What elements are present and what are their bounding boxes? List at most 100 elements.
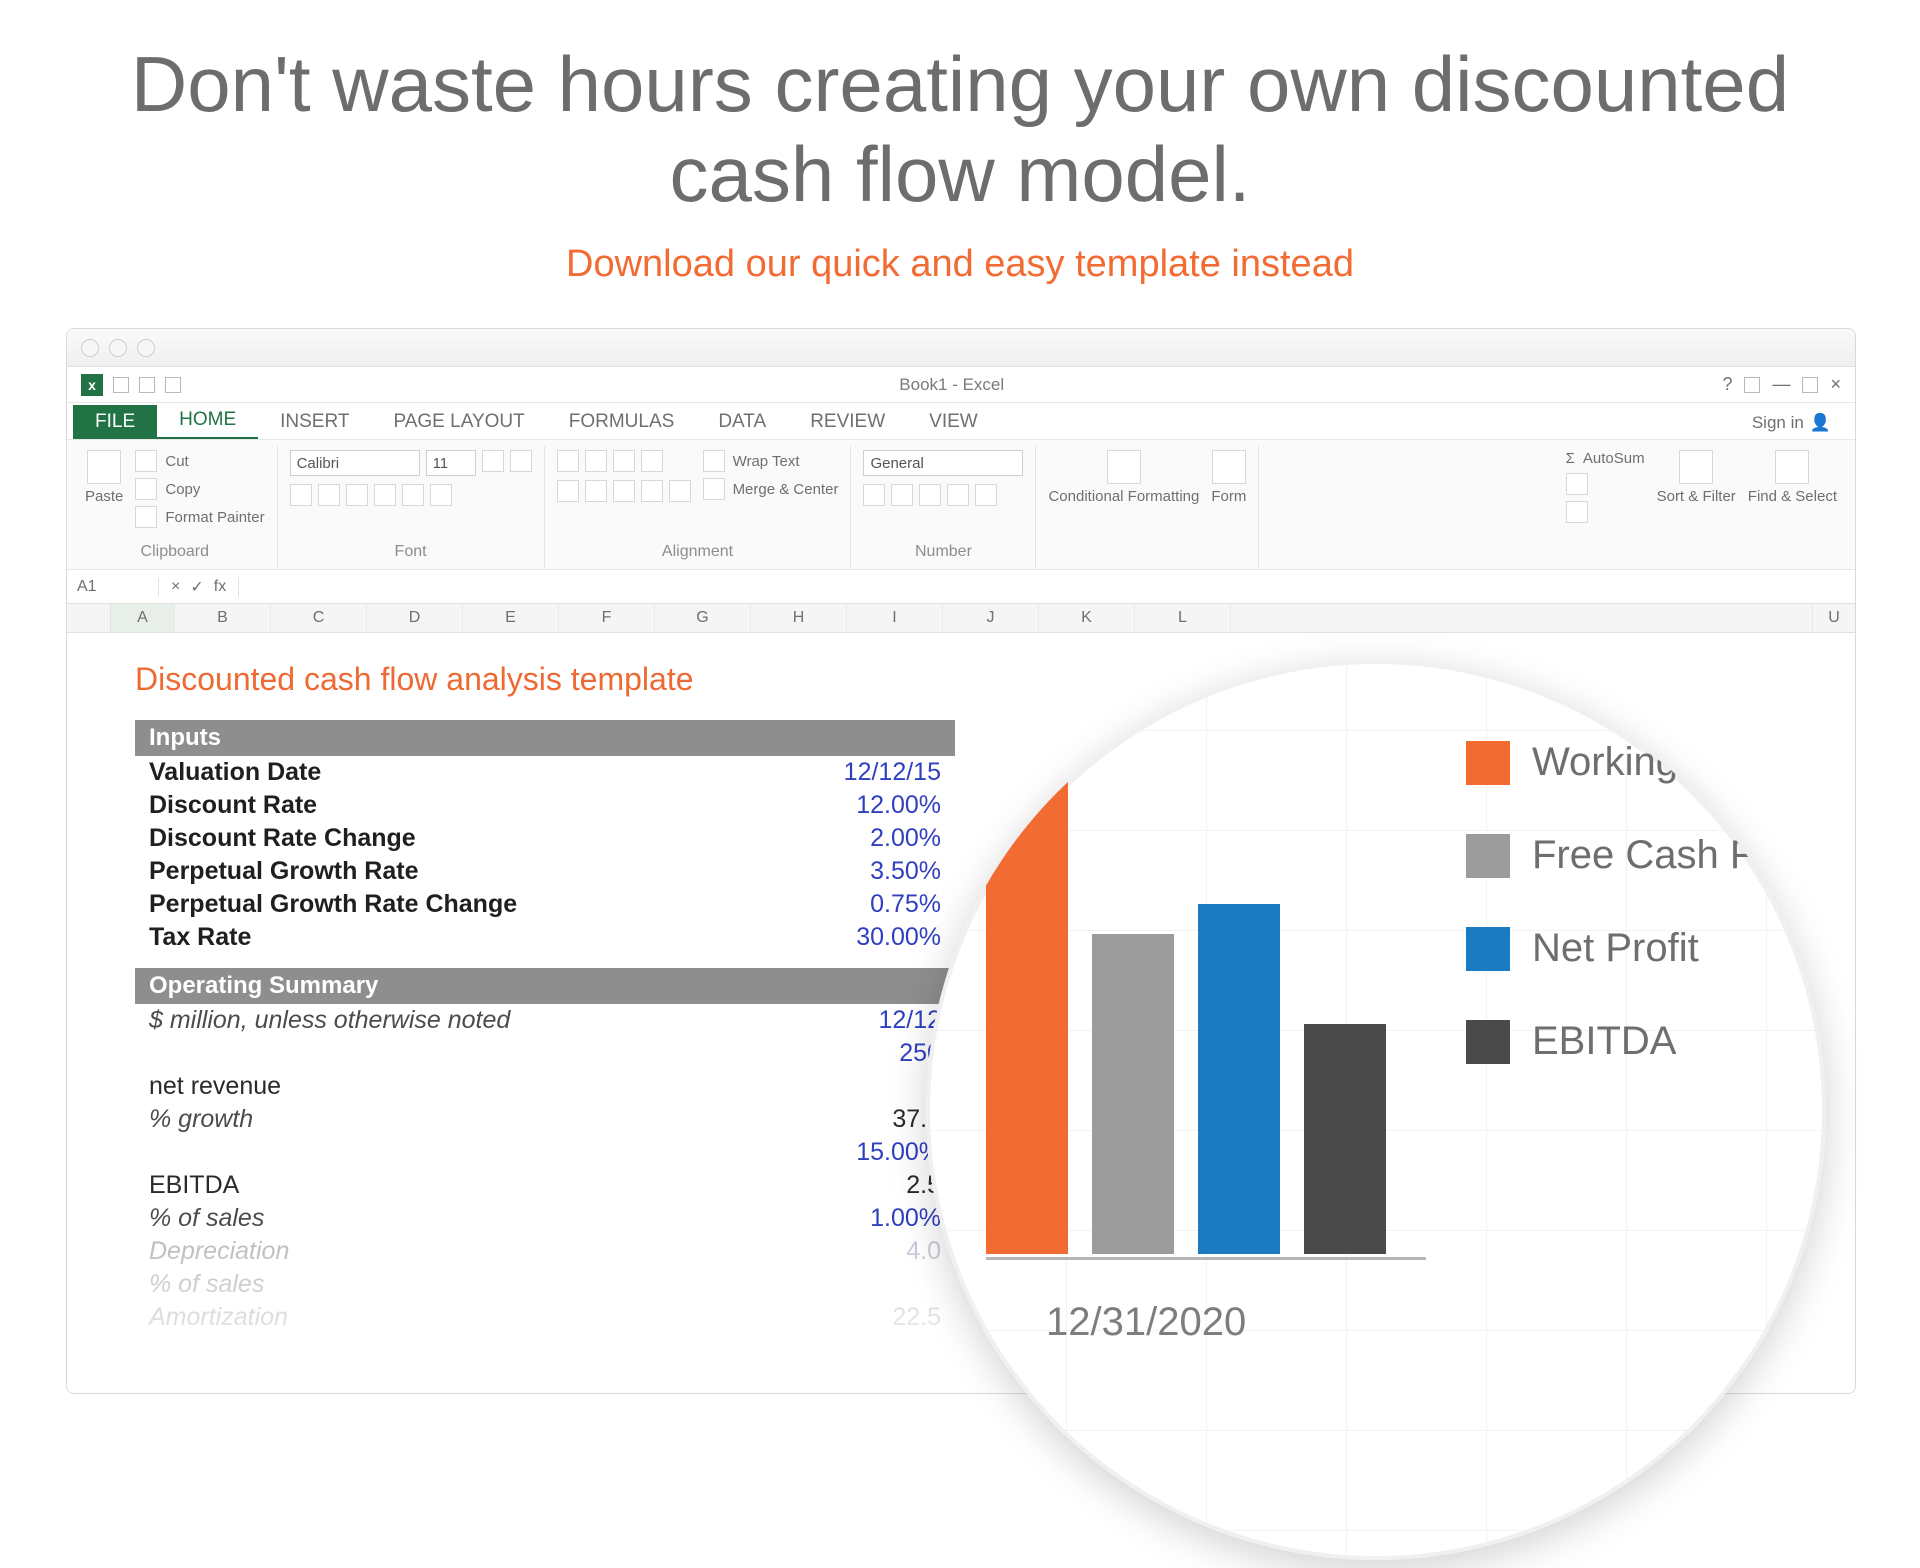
fx-icon[interactable]: fx <box>214 578 226 596</box>
cancel-formula-icon[interactable]: × <box>171 578 180 596</box>
align-left-icon[interactable] <box>557 480 579 502</box>
align-top-icon[interactable] <box>557 450 579 472</box>
currency-icon[interactable] <box>863 484 885 506</box>
font-color-icon[interactable] <box>430 484 452 506</box>
row-net-revenue: net revenue <box>135 1070 955 1103</box>
col-K[interactable]: K <box>1039 604 1135 632</box>
sort-filter-button[interactable]: Sort & Filter <box>1657 450 1736 505</box>
hero-subhead[interactable]: Download our quick and easy template ins… <box>120 243 1800 286</box>
row-ebitda: EBITDA2.5 <box>135 1169 955 1202</box>
align-right-icon[interactable] <box>613 480 635 502</box>
bar-net-profit <box>1198 904 1280 1254</box>
redo-icon[interactable] <box>165 377 181 393</box>
col-A[interactable]: A <box>111 604 175 632</box>
paste-button[interactable]: Paste <box>85 450 123 505</box>
col-U[interactable]: U <box>1813 604 1855 632</box>
col-C[interactable]: C <box>271 604 367 632</box>
tab-insert[interactable]: INSERT <box>258 405 371 439</box>
col-G[interactable]: G <box>655 604 751 632</box>
row-discount-rate: Discount Rate12.00% <box>135 789 955 822</box>
col-I[interactable]: I <box>847 604 943 632</box>
tab-view[interactable]: VIEW <box>907 405 1000 439</box>
name-box[interactable]: A1 <box>67 578 159 596</box>
col-J[interactable]: J <box>943 604 1039 632</box>
col-D[interactable]: D <box>367 604 463 632</box>
find-select-button[interactable]: Find & Select <box>1748 450 1837 505</box>
tab-data[interactable]: DATA <box>696 405 788 439</box>
font-size-select[interactable] <box>426 450 476 476</box>
row-pct-sales-1: % of sales1.00% <box>135 1202 955 1235</box>
format-painter-button[interactable]: Format Painter <box>135 506 264 528</box>
hero-headline: Don't waste hours creating your own disc… <box>120 40 1800 219</box>
ribbon-group-alignment: Wrap Text Merge & Center Alignment <box>545 446 852 569</box>
tab-formulas[interactable]: FORMULAS <box>547 405 697 439</box>
col-F[interactable]: F <box>559 604 655 632</box>
italic-icon[interactable] <box>318 484 340 506</box>
format-painter-icon <box>135 506 157 528</box>
ribbon-group-editing: ΣAutoSum Sort & Filter Find & Select <box>1554 446 1849 569</box>
border-icon[interactable] <box>374 484 396 506</box>
number-format-select[interactable] <box>863 450 1023 476</box>
col-H[interactable]: H <box>751 604 847 632</box>
window-minimize-icon[interactable]: — <box>1772 374 1790 395</box>
traffic-light-close[interactable] <box>81 339 99 357</box>
underline-icon[interactable] <box>346 484 368 506</box>
enter-formula-icon[interactable]: ✓ <box>190 577 203 597</box>
cut-button[interactable]: Cut <box>135 450 264 472</box>
window-title: Book1 - Excel <box>181 375 1722 395</box>
undo-icon[interactable] <box>139 377 155 393</box>
traffic-light-max[interactable] <box>137 339 155 357</box>
merge-center-button[interactable]: Merge & Center <box>703 478 839 500</box>
align-bottom-icon[interactable] <box>613 450 635 472</box>
percent-icon[interactable] <box>891 484 913 506</box>
font-name-select[interactable] <box>290 450 420 476</box>
align-middle-icon[interactable] <box>585 450 607 472</box>
row-growth: % growth37.5 <box>135 1103 955 1136</box>
group-label-alignment: Alignment <box>557 539 839 567</box>
indent-increase-icon[interactable] <box>669 480 691 502</box>
group-label-clipboard: Clipboard <box>85 539 265 567</box>
sign-in-link[interactable]: Sign in 👤 <box>1734 407 1849 439</box>
save-icon[interactable] <box>113 377 129 393</box>
clear-icon <box>1566 501 1588 523</box>
tab-file[interactable]: FILE <box>73 405 157 439</box>
col-E[interactable]: E <box>463 604 559 632</box>
window-restore-icon[interactable] <box>1802 377 1818 393</box>
fill-button[interactable] <box>1566 473 1645 495</box>
orientation-icon[interactable] <box>641 450 663 472</box>
comma-icon[interactable] <box>919 484 941 506</box>
bold-icon[interactable] <box>290 484 312 506</box>
indent-decrease-icon[interactable] <box>641 480 663 502</box>
increase-decimal-icon[interactable] <box>947 484 969 506</box>
row-discount-rate-change: Discount Rate Change2.00% <box>135 822 955 855</box>
wrap-text-button[interactable]: Wrap Text <box>703 450 839 472</box>
window-close-icon[interactable]: × <box>1830 374 1841 395</box>
swatch-grey-icon <box>1466 834 1510 878</box>
increase-font-icon[interactable] <box>482 450 504 472</box>
decrease-decimal-icon[interactable] <box>975 484 997 506</box>
tab-home[interactable]: HOME <box>157 403 258 439</box>
col-L[interactable]: L <box>1135 604 1231 632</box>
ribbon-group-clipboard: Paste Cut Copy Format Painter Clipboard <box>73 446 278 569</box>
help-icon[interactable]: ? <box>1722 374 1732 395</box>
sort-filter-icon <box>1679 450 1713 484</box>
swatch-orange-icon <box>1466 741 1510 785</box>
autosum-button[interactable]: ΣAutoSum <box>1566 450 1645 467</box>
traffic-light-min[interactable] <box>109 339 127 357</box>
row-ops-val: 250 <box>135 1037 955 1070</box>
decrease-font-icon[interactable] <box>510 450 532 472</box>
select-all-corner[interactable] <box>67 604 111 632</box>
tab-review[interactable]: REVIEW <box>788 405 907 439</box>
ribbon-options-icon[interactable] <box>1744 377 1760 393</box>
bar-working-capital <box>986 764 1068 1254</box>
legend-net-profit: Net Profit <box>1466 926 1814 971</box>
hero: Don't waste hours creating your own disc… <box>0 0 1920 296</box>
clear-button[interactable] <box>1566 501 1645 523</box>
col-B[interactable]: B <box>175 604 271 632</box>
fill-color-icon[interactable] <box>402 484 424 506</box>
format-table-button[interactable]: Form <box>1211 450 1246 505</box>
tab-page-layout[interactable]: PAGE LAYOUT <box>371 405 546 439</box>
conditional-formatting-button[interactable]: Conditional Formatting <box>1048 450 1199 505</box>
align-center-icon[interactable] <box>585 480 607 502</box>
copy-button[interactable]: Copy <box>135 478 264 500</box>
